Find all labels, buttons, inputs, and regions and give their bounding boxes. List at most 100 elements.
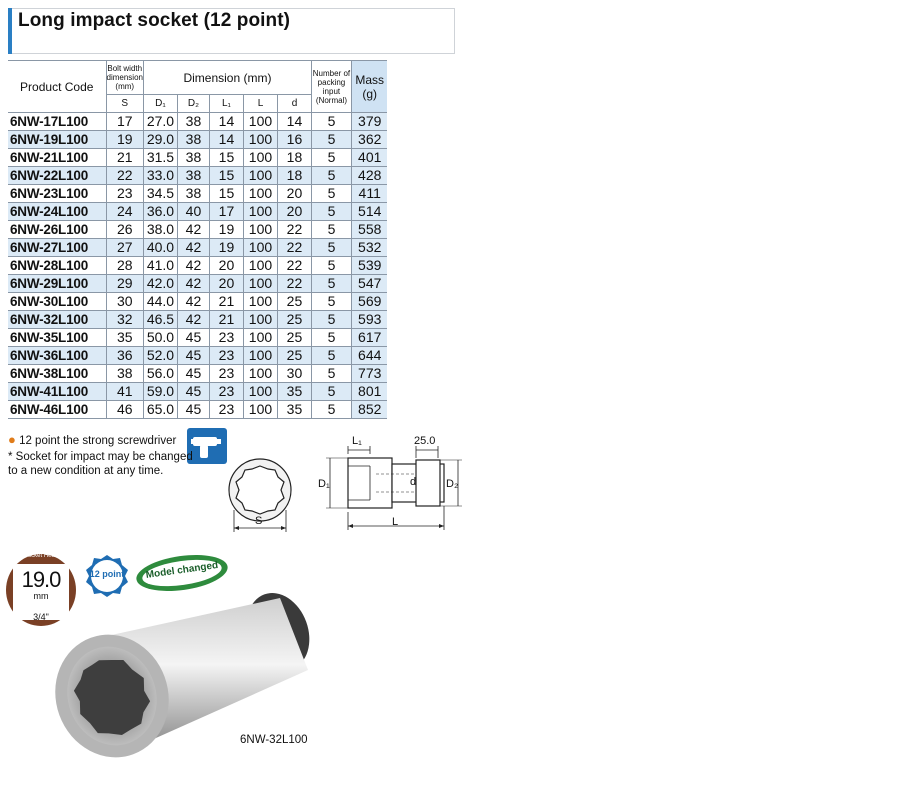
- mass-cell: 379: [350, 112, 388, 131]
- l-cell: 100: [242, 166, 278, 185]
- d1-cell: 38.0: [142, 220, 178, 239]
- table-row: 6NW-17L100 17 27.0 38 14 100 14 5 379: [8, 112, 388, 131]
- product-code-cell: 6NW-46L100: [8, 400, 107, 419]
- subheader-l1: L₁: [208, 94, 244, 113]
- d-cell: 25: [276, 328, 312, 347]
- d2-cell: 38: [176, 184, 210, 203]
- d1-cell: 44.0: [142, 292, 178, 311]
- s-cell: 26: [105, 220, 144, 239]
- table-row: 6NW-28L100 28 41.0 42 20 100 22 5 539: [8, 256, 388, 275]
- bullet-icon: ●: [8, 432, 16, 447]
- l-cell: 100: [242, 310, 278, 329]
- d-cell: 25: [276, 346, 312, 365]
- d1-cell: 41.0: [142, 256, 178, 275]
- side-view-d1-label: D₁: [318, 478, 330, 490]
- note-twelve-point-text: 12 point the strong screwdriver: [19, 435, 177, 447]
- table-row: 6NW-36L100 36 52.0 45 23 100 25 5 644: [8, 346, 388, 365]
- s-cell: 21: [105, 148, 144, 167]
- table-row: 6NW-32L100 32 46.5 42 21 100 25 5 593: [8, 310, 388, 329]
- subheader-d2: D₂: [176, 94, 210, 113]
- table-row: 6NW-19L100 19 29.0 38 14 100 16 5 362: [8, 130, 388, 149]
- subheader-d1: D₁: [142, 94, 178, 113]
- d2-cell: 40: [176, 202, 210, 221]
- l-cell: 100: [242, 292, 278, 311]
- side-view-l1-label: L₁: [352, 435, 362, 447]
- header-product-code: Product Code: [8, 60, 107, 113]
- product-code-cell: 6NW-24L100: [8, 202, 107, 221]
- mass-cell: 852: [350, 400, 388, 419]
- d1-cell: 46.5: [142, 310, 178, 329]
- d2-cell: 45: [176, 328, 210, 347]
- product-code-cell: 6NW-19L100: [8, 130, 107, 149]
- mass-cell: 558: [350, 220, 388, 239]
- pack-cell: 5: [310, 382, 352, 401]
- pack-cell: 5: [310, 148, 352, 167]
- product-code-cell: 6NW-23L100: [8, 184, 107, 203]
- front-view-s-label: S: [255, 515, 263, 527]
- d1-cell: 31.5: [142, 148, 178, 167]
- pack-cell: 5: [310, 130, 352, 149]
- s-cell: 22: [105, 166, 144, 185]
- l1-cell: 19: [208, 220, 244, 239]
- header-dimension: Dimension (mm): [142, 60, 312, 95]
- mass-cell: 411: [350, 184, 388, 203]
- d2-cell: 45: [176, 346, 210, 365]
- d2-cell: 38: [176, 112, 210, 131]
- l1-cell: 15: [208, 166, 244, 185]
- table-row: 6NW-27L100 27 40.0 42 19 100 22 5 532: [8, 238, 388, 257]
- d1-cell: 33.0: [142, 166, 178, 185]
- s-cell: 30: [105, 292, 144, 311]
- mass-cell: 539: [350, 256, 388, 275]
- pack-cell: 5: [310, 346, 352, 365]
- pack-cell: 5: [310, 184, 352, 203]
- pack-cell: 5: [310, 274, 352, 293]
- pack-cell: 5: [310, 292, 352, 311]
- pack-cell: 5: [310, 328, 352, 347]
- d1-cell: 50.0: [142, 328, 178, 347]
- d2-cell: 45: [176, 400, 210, 419]
- table-row: 6NW-35L100 35 50.0 45 23 100 25 5 617: [8, 328, 388, 347]
- s-cell: 36: [105, 346, 144, 365]
- front-view-diagram: S: [222, 454, 302, 545]
- l-cell: 100: [242, 184, 278, 203]
- side-view-square-label: 25.0: [414, 435, 436, 447]
- product-code-cell: 6NW-35L100: [8, 328, 107, 347]
- d2-cell: 38: [176, 166, 210, 185]
- l-cell: 100: [242, 346, 278, 365]
- product-photo: [40, 586, 370, 791]
- s-cell: 23: [105, 184, 144, 203]
- d1-cell: 40.0: [142, 238, 178, 257]
- s-cell: 29: [105, 274, 144, 293]
- mass-cell: 401: [350, 148, 388, 167]
- table-row: 6NW-22L100 22 33.0 38 15 100 18 5 428: [8, 166, 388, 185]
- pack-cell: 5: [310, 364, 352, 383]
- header-packing: Number of packing input (Normal): [310, 60, 352, 113]
- mass-cell: 362: [350, 130, 388, 149]
- d-cell: 18: [276, 166, 312, 185]
- d-cell: 25: [276, 310, 312, 329]
- product-code-cell: 6NW-36L100: [8, 346, 107, 365]
- product-code-cell: 6NW-41L100: [8, 382, 107, 401]
- pack-cell: 5: [310, 112, 352, 131]
- l1-cell: 17: [208, 202, 244, 221]
- d-cell: 22: [276, 256, 312, 275]
- product-code-cell: 6NW-32L100: [8, 310, 107, 329]
- product-code-cell: 6NW-27L100: [8, 238, 107, 257]
- product-code-cell: 6NW-21L100: [8, 148, 107, 167]
- product-code-cell: 6NW-28L100: [8, 256, 107, 275]
- l-cell: 100: [242, 130, 278, 149]
- side-view-d2-label: D₂: [446, 478, 459, 490]
- table-row: 6NW-26L100 26 38.0 42 19 100 22 5 558: [8, 220, 388, 239]
- subheader-d: d: [276, 94, 312, 113]
- side-view-l-label: L: [392, 516, 399, 528]
- d-cell: 22: [276, 220, 312, 239]
- d2-cell: 45: [176, 382, 210, 401]
- l1-cell: 23: [208, 400, 244, 419]
- d-cell: 25: [276, 292, 312, 311]
- subheader-s: S: [105, 94, 144, 113]
- l1-cell: 15: [208, 184, 244, 203]
- mass-cell: 773: [350, 364, 388, 383]
- product-code-cell: 6NW-38L100: [8, 364, 107, 383]
- title-accent: [8, 8, 12, 54]
- d-cell: 35: [276, 400, 312, 419]
